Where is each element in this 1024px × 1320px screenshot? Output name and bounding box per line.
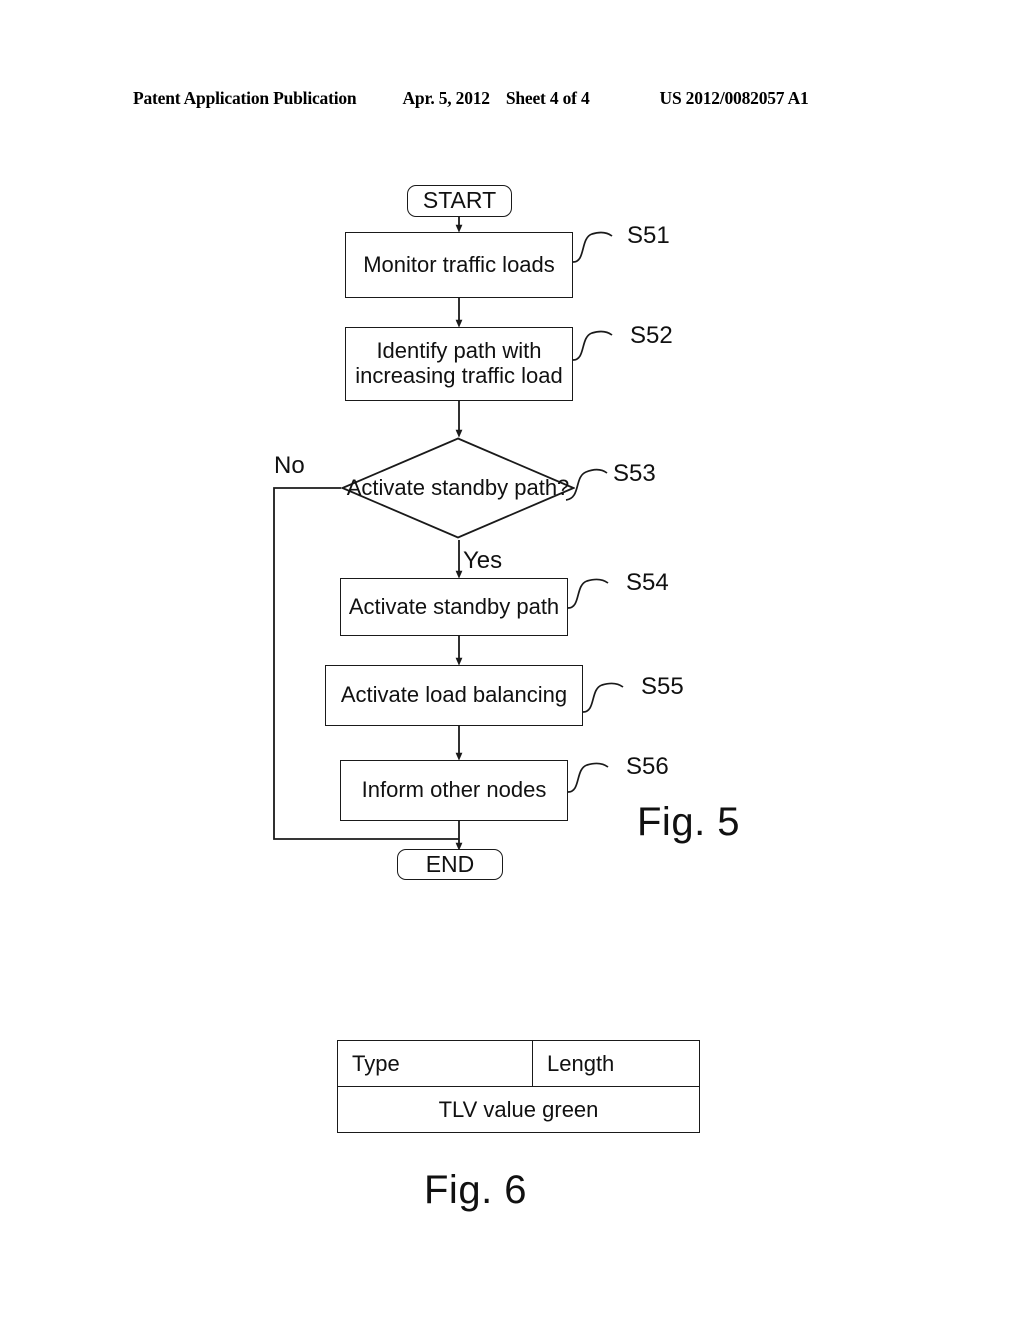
flow-node-s53-decision-shape bbox=[341, 437, 575, 539]
step-label-s54: S54 bbox=[626, 569, 669, 596]
leader-line-s56 bbox=[567, 762, 609, 793]
step-label-s56: S56 bbox=[626, 753, 669, 780]
figure-6-caption: Fig. 6 bbox=[424, 1168, 528, 1212]
figure-5-caption: Fig. 5 bbox=[637, 800, 741, 844]
leader-line-s55 bbox=[582, 682, 624, 713]
step-label-s55: S55 bbox=[641, 673, 684, 700]
patent-header: Patent Application Publication Apr. 5, 2… bbox=[133, 88, 893, 112]
flow-node-s51-monitor-traffic-loads: Monitor traffic loads bbox=[345, 232, 573, 298]
tlv-table-value-row: TLV value green bbox=[337, 1086, 700, 1133]
patent-figure-page: Patent Application Publication Apr. 5, 2… bbox=[0, 0, 1024, 1320]
leader-line-s51 bbox=[572, 231, 613, 263]
header-patent-number: US 2012/0082057 A1 bbox=[659, 88, 809, 108]
step-label-s53: S53 bbox=[613, 460, 656, 487]
flow-node-end: END bbox=[397, 849, 503, 880]
flow-node-s56-inform-other-nodes: Inform other nodes bbox=[340, 760, 568, 821]
tlv-table-cell-length: Length bbox=[532, 1040, 700, 1087]
header-publication: Patent Application Publication bbox=[133, 88, 357, 108]
branch-label-no: No bbox=[274, 452, 305, 479]
branch-label-yes: Yes bbox=[463, 547, 503, 574]
flow-node-start: START bbox=[407, 185, 512, 217]
step-label-s52: S52 bbox=[630, 322, 673, 349]
header-date: Apr. 5, 2012 bbox=[402, 88, 490, 108]
step-label-s51: S51 bbox=[627, 222, 670, 249]
flow-node-s52-identify-path: Identify path with increasing traffic lo… bbox=[345, 327, 573, 401]
leader-line-s54 bbox=[567, 578, 609, 609]
leader-line-s52 bbox=[572, 330, 613, 361]
flow-node-s54-activate-standby-path: Activate standby path bbox=[340, 578, 568, 636]
tlv-table: Type Length TLV value green bbox=[337, 1040, 700, 1133]
header-sheet: Sheet 4 of 4 bbox=[505, 88, 590, 108]
tlv-table-cell-type: Type bbox=[337, 1040, 533, 1087]
tlv-table-cell-value: TLV value green bbox=[337, 1086, 700, 1133]
flow-node-s55-activate-load-balancing: Activate load balancing bbox=[325, 665, 583, 726]
tlv-table-header-row: Type Length bbox=[337, 1040, 700, 1087]
